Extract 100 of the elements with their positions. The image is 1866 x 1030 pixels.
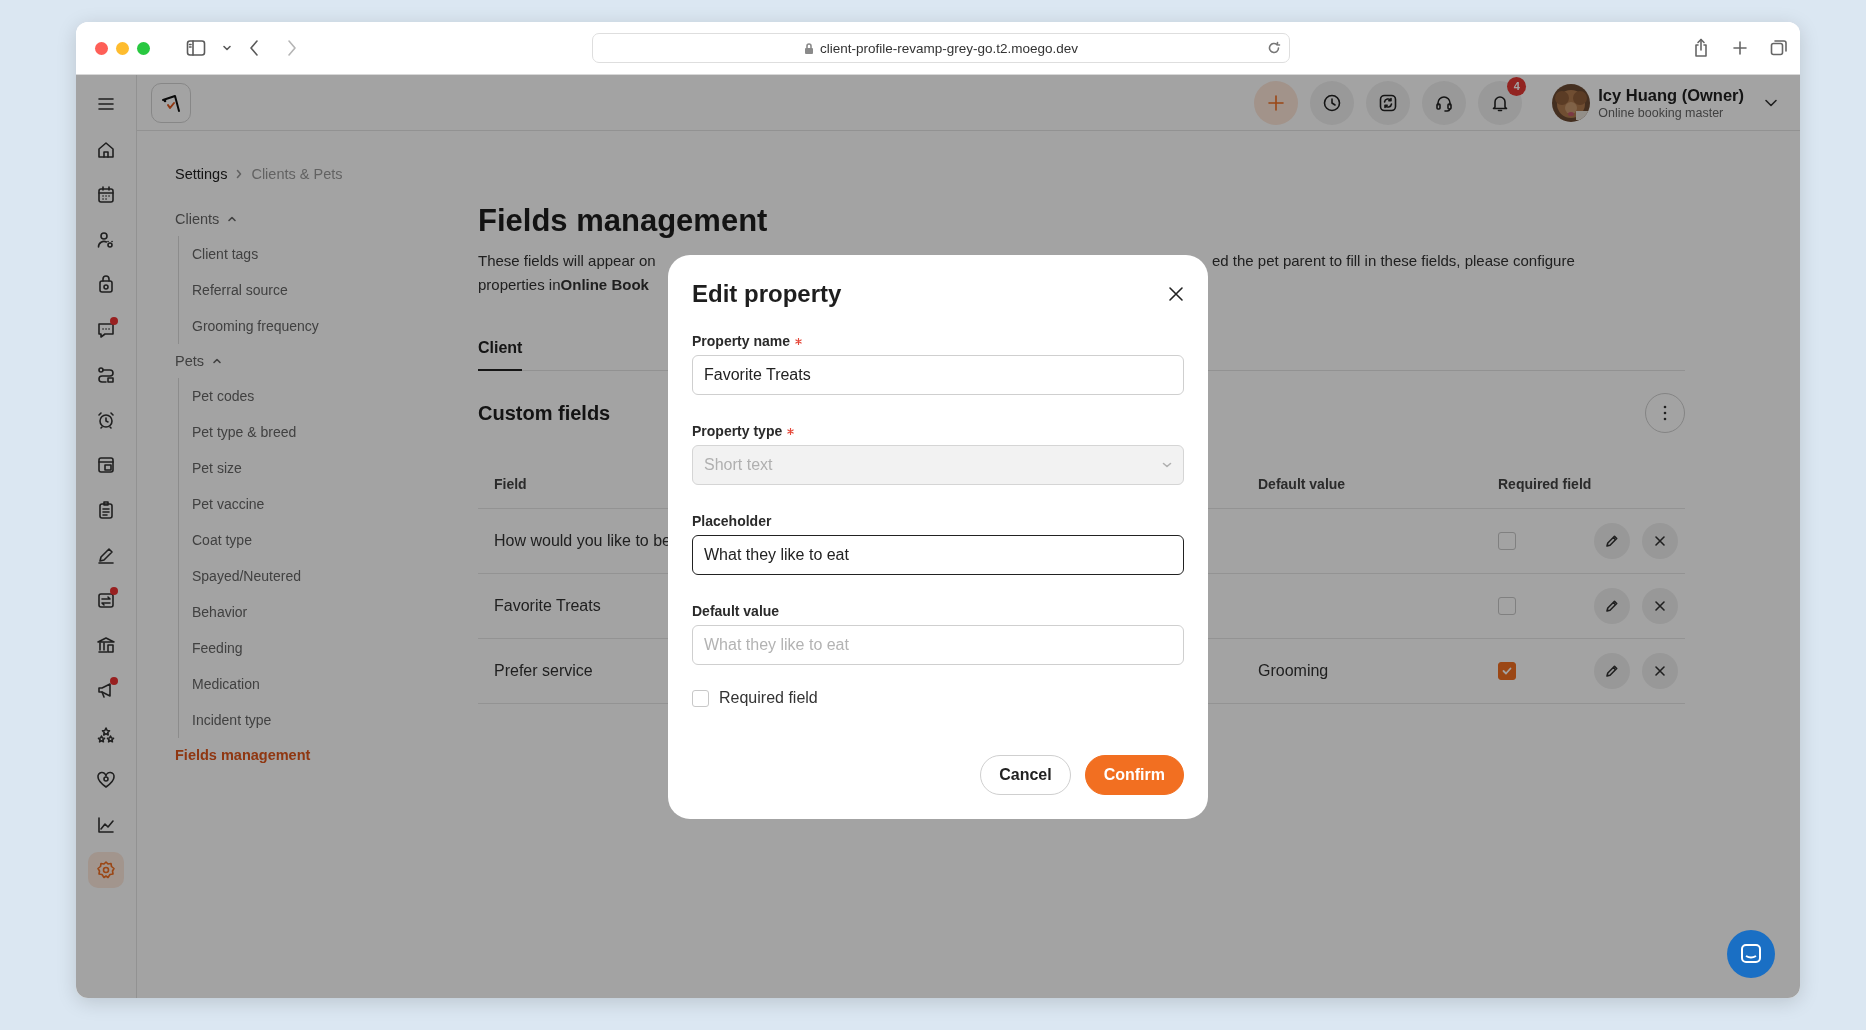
menu-item[interactable]: Client tags [179,236,440,272]
message-icon [96,320,116,340]
lock-icon [803,41,814,55]
person-paw-icon [96,230,116,250]
column-header: Required field [1498,475,1592,492]
chevron-down-icon[interactable] [1764,97,1778,108]
chat-button[interactable] [1727,930,1775,978]
edit-button[interactable] [1594,523,1630,559]
description-text: These fields will appear on [478,251,657,271]
menu-item[interactable]: Behavior [179,594,440,630]
table-cell: Prefer service [494,662,593,679]
building-icon [96,635,116,655]
pen-icon [96,545,116,565]
home-icon [96,140,116,160]
menu-item[interactable]: Pet type & breed [179,414,440,450]
menu-item[interactable]: Feeding [179,630,440,666]
storefront-icon [96,455,116,475]
column-header: Field [494,475,527,492]
pencil-icon [1604,663,1620,679]
input-field[interactable]: What they like to eat [692,625,1184,665]
column-header: Default value [1258,475,1346,492]
table-cell: Grooming [1258,662,1329,679]
menu-item[interactable]: Fields management [175,740,440,770]
breadcrumb-link[interactable]: Settings [175,166,228,182]
more-icon [1663,405,1667,421]
header-button[interactable]: 4 [1478,80,1523,125]
chevron-right-icon [235,169,244,179]
line-chart-icon [96,815,116,835]
menu-group[interactable]: Clients [175,204,440,234]
pencil-icon [1604,533,1620,549]
field-label: Default value [692,603,780,619]
user-name: Icy Huang (Owner) [1598,85,1744,105]
menu-item[interactable]: Medication [179,666,440,702]
chevron-up-icon [212,357,222,365]
page-title: Fields management [478,203,769,239]
input-field[interactable]: What they like to eat [692,535,1184,575]
menu-group[interactable]: Pets [175,346,440,376]
field-label: Property type [692,423,783,439]
checkbox[interactable] [1498,532,1516,550]
app-logo[interactable] [151,82,191,123]
menu-item[interactable]: Grooming frequency [179,308,440,344]
description-text: ed the pet parent to fill in these fields, please configure [1212,251,1576,271]
calendar-icon [96,185,116,205]
check-icon [1501,665,1513,677]
menu-item[interactable]: Incident type [179,702,440,738]
description-text: properties inOnline Book [478,275,649,295]
close-icon [1653,664,1667,678]
clipboard-icon [96,500,116,520]
close-button[interactable] [1168,286,1184,302]
delete-button[interactable] [1642,523,1678,559]
section-title: Custom fields [478,401,611,425]
checkbox[interactable] [692,689,709,707]
edit-button[interactable] [1594,653,1630,689]
sidebar-icon[interactable] [186,39,206,57]
address-bar[interactable]: client-profile-revamp-grey-go.t2.moego.dev [592,33,1290,63]
menu-item[interactable]: Coat type [179,522,440,558]
input-field[interactable]: Favorite Treats [692,355,1184,395]
checkbox-label: Required field [719,689,818,707]
reload-icon[interactable] [1267,41,1281,55]
close-icon [1653,599,1667,613]
close-icon [1168,286,1184,302]
menu-item[interactable]: Pet size [179,450,440,486]
bag-icon [96,275,116,295]
menu-icon[interactable] [98,97,114,111]
table-cell: Favorite Treats [494,597,601,614]
chevron-down-icon[interactable] [222,44,232,52]
user-role: Online booking master [1598,105,1725,120]
tabs-icon[interactable] [1770,39,1788,57]
checkbox[interactable] [1498,597,1516,615]
sync-icon [1378,92,1399,113]
field-label: Placeholder [692,513,772,529]
checkbox[interactable] [1498,662,1516,680]
stars-icon [96,725,116,745]
breadcrumb-link[interactable]: Clients & Pets [251,166,343,182]
transfer-icon [96,590,116,610]
delete-button[interactable] [1642,588,1678,624]
back-icon[interactable] [248,39,260,57]
cancel-button[interactable]: Cancel [980,755,1071,795]
clock-icon [1322,92,1343,113]
plus-icon[interactable] [1732,40,1748,56]
chat-icon [1740,943,1762,965]
url-text: client-profile-revamp-grey-go.t2.moego.dev [819,40,1079,56]
menu-item[interactable]: Referral source [179,272,440,308]
plus-icon [1266,92,1287,113]
alarm-clock-icon [96,410,116,430]
tab[interactable]: Client [478,331,523,371]
close-icon [1653,534,1667,548]
window-control-icon[interactable] [95,41,108,55]
chevron-down-icon [1162,461,1172,469]
confirm-button[interactable]: Confirm [1084,755,1184,795]
edit-button[interactable] [1594,588,1630,624]
heart-icon [96,770,116,790]
delete-button[interactable] [1642,653,1678,689]
route-icon [96,365,116,385]
field-label: Property name [692,333,791,349]
menu-item[interactable]: Pet codes [179,378,440,414]
share-icon[interactable] [1692,38,1710,58]
menu-item[interactable]: Pet vaccine [179,486,440,522]
menu-item[interactable]: Spayed/Neutered [179,558,440,594]
notification-badge: 4 [1507,76,1527,96]
